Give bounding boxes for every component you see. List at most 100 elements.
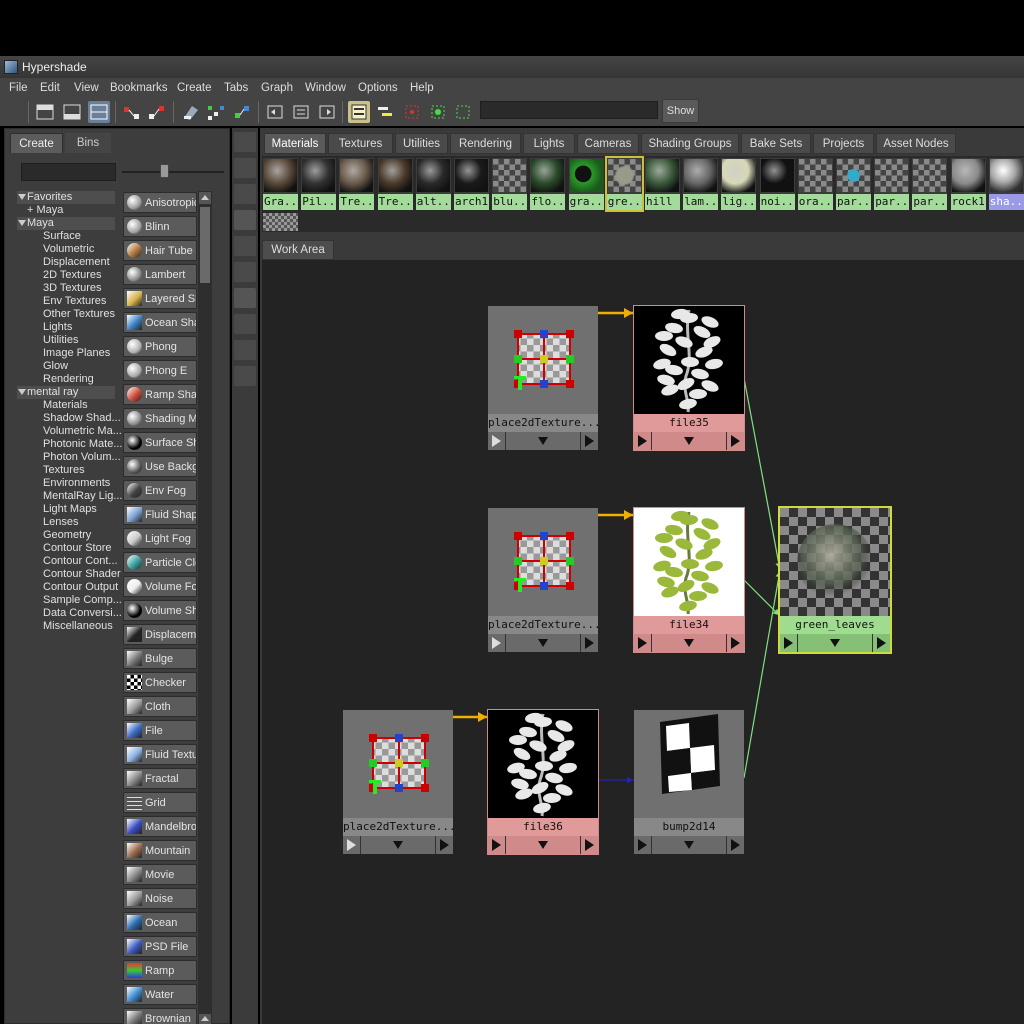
tab-lights[interactable]: Lights [523, 133, 575, 154]
tree-item[interactable]: Contour Store [43, 542, 111, 555]
expand-ports-icon[interactable] [538, 841, 548, 849]
output-port-icon[interactable] [585, 637, 594, 649]
tree-item[interactable]: Displacement [43, 256, 110, 269]
tree-item[interactable]: Contour Shader [43, 568, 121, 581]
node-type-button[interactable]: Movie [123, 864, 197, 885]
tree-item[interactable]: Volumetric [43, 243, 94, 256]
expand-arrow-icon[interactable] [18, 389, 26, 395]
toolbar-search-field[interactable] [480, 101, 658, 119]
node-type-button[interactable]: Grid [123, 792, 197, 813]
icon-size-slider[interactable] [122, 171, 224, 173]
node-type-button[interactable]: Hair Tube Shader [123, 240, 197, 261]
node-type-button[interactable]: Light Fog [123, 528, 197, 549]
material-swatch[interactable]: lam... [683, 158, 719, 210]
tree-item[interactable]: Surface [43, 230, 81, 243]
node-type-button[interactable]: Surface Shader [123, 432, 197, 453]
frame-selection-icon[interactable] [452, 101, 474, 123]
node-type-button[interactable]: Volume Fog [123, 576, 197, 597]
material-swatch[interactable]: Tre... [339, 158, 375, 210]
material-swatch[interactable]: par... [836, 158, 871, 210]
graph-upstream-icon[interactable] [121, 101, 143, 123]
material-swatch[interactable]: Tre... [377, 158, 413, 210]
tab-bake-sets[interactable]: Bake Sets [741, 133, 811, 154]
expand-ports-icon[interactable] [684, 437, 694, 445]
node-filter-input[interactable] [21, 163, 116, 181]
menu-tabs[interactable]: Tabs [224, 82, 248, 94]
graph-network-icon[interactable] [205, 101, 227, 123]
hide-attributes-icon[interactable] [348, 101, 370, 123]
input-port-icon[interactable] [347, 839, 356, 851]
material-swatch[interactable]: ora... [797, 158, 833, 210]
node-type-button[interactable]: File [123, 720, 197, 741]
tree-item[interactable]: MentalRay Lig... [43, 490, 122, 503]
tree-item[interactable]: mental ray [17, 386, 115, 399]
tab-materials[interactable]: Materials [264, 133, 326, 154]
tree-item[interactable]: Data Conversi... [43, 607, 122, 620]
node-type-button[interactable]: Mandelbrot [123, 816, 197, 837]
node-type-button[interactable]: Noise [123, 888, 197, 909]
material-swatch[interactable]: lig... [721, 158, 757, 210]
node-file35[interactable]: file35 [633, 305, 745, 451]
node-type-button[interactable]: Ramp Shader [123, 384, 197, 405]
output-port-icon[interactable] [731, 435, 740, 447]
tree-item[interactable]: Rendering [43, 373, 94, 386]
tree-item[interactable]: 3D Textures [43, 282, 102, 295]
tree-item[interactable]: Lenses [43, 516, 78, 529]
expand-ports-icon[interactable] [684, 841, 694, 849]
expand-graph-icon[interactable] [316, 101, 338, 123]
material-swatch[interactable]: rock1 [950, 158, 986, 210]
node-type-button[interactable]: Volume Shader [123, 600, 197, 621]
material-swatch[interactable]: hill [645, 158, 680, 210]
expand-ports-icon[interactable] [538, 639, 548, 647]
tab-cameras[interactable]: Cameras [577, 133, 639, 154]
input-port-icon[interactable] [638, 839, 647, 851]
node-type-button[interactable]: PSD File [123, 936, 197, 957]
layout-bottom-icon[interactable] [61, 101, 83, 123]
material-swatch[interactable]: par... [874, 158, 910, 210]
node-type-button[interactable]: Use Background [123, 456, 197, 477]
material-swatch[interactable]: gra... [568, 158, 604, 210]
node-place3[interactable]: place2dTexture... [343, 710, 453, 854]
node-type-button[interactable]: Fluid Shape [123, 504, 197, 525]
tab-utilities[interactable]: Utilities [395, 133, 448, 154]
tree-item[interactable]: Contour Output [43, 581, 118, 594]
node-type-button[interactable]: Water [123, 984, 197, 1005]
tree-item[interactable]: Glow [43, 360, 68, 373]
shelf-button[interactable] [234, 158, 256, 178]
tree-item[interactable]: Maya [17, 217, 115, 230]
material-swatch[interactable]: gre... [604, 156, 644, 212]
node-type-button[interactable]: Ocean [123, 912, 197, 933]
input-port-icon[interactable] [492, 435, 501, 447]
output-port-icon[interactable] [877, 637, 886, 649]
node-type-button[interactable]: Blinn [123, 216, 197, 237]
show-connected-icon[interactable] [374, 101, 396, 123]
shelf-button[interactable] [234, 288, 256, 308]
node-type-button[interactable]: Shading Map [123, 408, 197, 429]
input-port-icon[interactable] [784, 637, 793, 649]
material-swatch[interactable]: par... [912, 158, 948, 210]
tab-projects[interactable]: Projects [813, 133, 874, 154]
node-green[interactable]: green_leaves [778, 506, 892, 654]
node-type-button[interactable]: Brownian [123, 1008, 197, 1024]
show-button[interactable]: Show [662, 99, 699, 123]
tree-item[interactable]: Geometry [43, 529, 91, 542]
node-type-button[interactable]: Layered Shader [123, 288, 197, 309]
node-type-button[interactable]: Particle Cloud [123, 552, 197, 573]
graph-clear-icon[interactable] [180, 101, 202, 123]
node-type-button[interactable]: Fractal [123, 768, 197, 789]
node-type-button[interactable]: Displacement [123, 624, 197, 645]
shelf-button[interactable] [234, 184, 256, 204]
tree-item[interactable]: Light Maps [43, 503, 97, 516]
shelf-button[interactable] [234, 366, 256, 386]
node-type-button[interactable]: Bulge [123, 648, 197, 669]
material-swatch[interactable]: alt... [415, 158, 451, 210]
extra-swatch[interactable] [263, 213, 298, 231]
expand-arrow-icon[interactable] [18, 194, 26, 200]
material-swatch[interactable]: flo... [530, 158, 566, 210]
graph-downstream-icon[interactable] [146, 101, 168, 123]
input-port-icon[interactable] [492, 637, 501, 649]
menu-graph[interactable]: Graph [261, 82, 293, 94]
expand-ports-icon[interactable] [830, 639, 840, 647]
menu-file[interactable]: File [9, 82, 28, 94]
tree-item[interactable]: Materials [43, 399, 88, 412]
